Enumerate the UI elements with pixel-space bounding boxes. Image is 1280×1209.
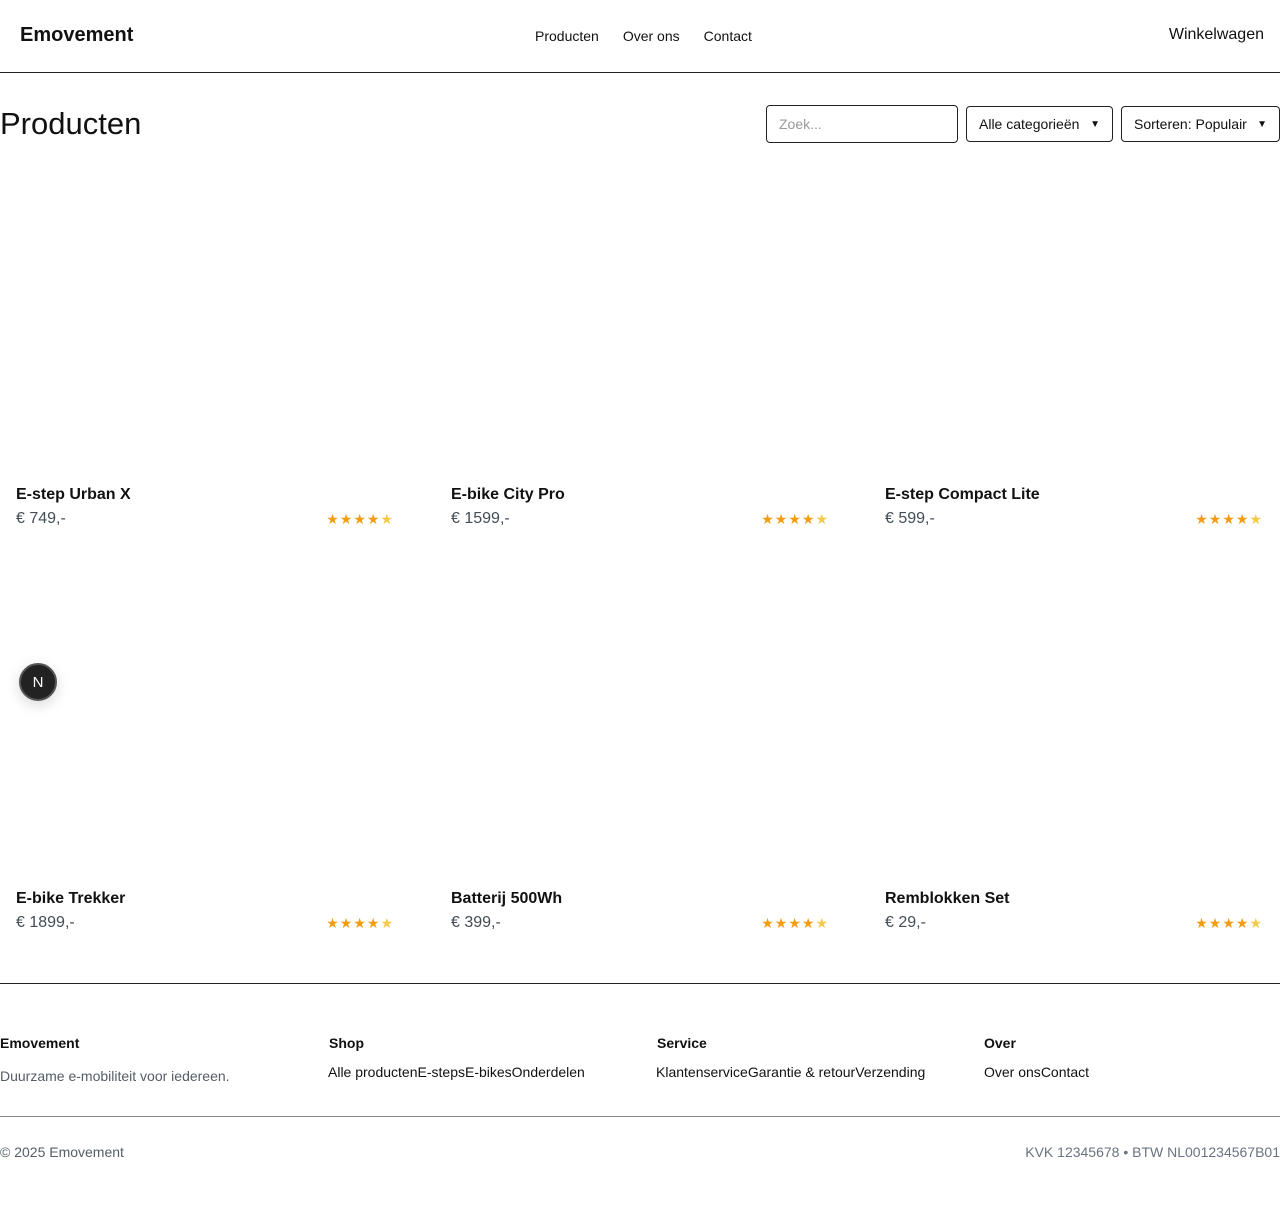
half-star-icon: ★ — [380, 511, 394, 527]
half-star-icon: ★ — [1249, 511, 1263, 527]
brand-logo[interactable]: Emovement — [20, 24, 133, 47]
nav-producten[interactable]: Producten — [535, 28, 599, 44]
star-icon: ★★★★ — [1195, 511, 1250, 527]
product-price: € 1899,- — [16, 914, 75, 931]
footer-link-onderdelen[interactable]: Onderdelen — [512, 1064, 585, 1080]
footer-col-service: Service Klantenservice Garantie & retour… — [656, 1035, 925, 1080]
footer-shop-links: Alle producten E-steps E-bikes Onderdele… — [328, 1064, 585, 1080]
footer-col-shop: Shop Alle producten E-steps E-bikes Onde… — [328, 1035, 585, 1080]
footer-link-verzending[interactable]: Verzending — [855, 1064, 925, 1080]
star-icon: ★★★★ — [761, 915, 816, 931]
footer-brand-title: Emovement — [0, 1035, 80, 1051]
star-icon: ★★★★ — [761, 511, 816, 527]
half-star-icon: ★ — [815, 511, 829, 527]
main-nav: Producten Over ons Contact — [535, 28, 752, 44]
half-star-icon: ★ — [380, 915, 394, 931]
product-name[interactable]: E-bike Trekker — [16, 890, 125, 908]
rating-stars: ★★★★★ — [326, 915, 394, 932]
product-price: € 29,- — [885, 914, 926, 931]
footer-bottom-divider — [0, 1116, 1280, 1117]
page-title: Producten — [0, 106, 142, 141]
product-price: € 749,- — [16, 510, 66, 527]
legal-info: KVK 12345678 • BTW NL001234567B01 — [1025, 1144, 1280, 1160]
site-header: Emovement Producten Over ons Contact Win… — [0, 0, 1280, 73]
footer-brand-desc: Duurzame e-mobiliteit voor iedereen. — [0, 1068, 230, 1084]
product-name[interactable]: E-bike City Pro — [451, 486, 565, 504]
rating-stars: ★★★★★ — [761, 915, 829, 932]
footer-service-title: Service — [657, 1035, 707, 1051]
footer-link-e-bikes[interactable]: E-bikes — [465, 1064, 512, 1080]
footer-over-links: Over ons Contact — [984, 1064, 1089, 1080]
product-name[interactable]: E-step Urban X — [16, 486, 131, 504]
rating-stars: ★★★★★ — [1195, 915, 1263, 932]
footer-link-e-steps[interactable]: E-steps — [418, 1064, 465, 1080]
sort-select[interactable]: Sorteren: Populair ▼ — [1121, 106, 1280, 142]
search-input[interactable] — [766, 105, 958, 143]
footer-link-klantenservice[interactable]: Klantenservice — [656, 1064, 748, 1080]
half-star-icon: ★ — [1249, 915, 1263, 931]
footer-link-garantie-retour[interactable]: Garantie & retour — [748, 1064, 855, 1080]
footer-service-links: Klantenservice Garantie & retour Verzend… — [656, 1064, 925, 1080]
product-price: € 1599,- — [451, 510, 510, 527]
copyright-text: © 2025 Emovement — [0, 1144, 124, 1160]
footer-col-brand: Emovement Duurzame e-mobiliteit voor ied… — [0, 1035, 230, 1084]
footer-col-over: Over Over ons Contact — [984, 1035, 1089, 1080]
footer-link-alle-producten[interactable]: Alle producten — [328, 1064, 418, 1080]
footer-link-over-ons[interactable]: Over ons — [984, 1064, 1041, 1080]
star-icon: ★★★★ — [1195, 915, 1250, 931]
cart-link[interactable]: Winkelwagen — [1169, 26, 1264, 44]
footer-shop-title: Shop — [329, 1035, 364, 1051]
footer-divider — [0, 983, 1280, 984]
category-select-value: Alle categorieën — [979, 116, 1080, 132]
chevron-down-icon: ▼ — [1090, 118, 1100, 130]
nav-over-ons[interactable]: Over ons — [623, 28, 680, 44]
half-star-icon: ★ — [815, 915, 829, 931]
product-price: € 599,- — [885, 510, 935, 527]
dev-tools-badge[interactable]: N — [19, 663, 57, 701]
nav-contact[interactable]: Contact — [704, 28, 752, 44]
footer-link-contact[interactable]: Contact — [1041, 1064, 1089, 1080]
star-icon: ★★★★ — [326, 915, 381, 931]
rating-stars: ★★★★★ — [1195, 511, 1263, 528]
product-price: € 399,- — [451, 914, 501, 931]
sort-select-value: Sorteren: Populair — [1134, 116, 1247, 132]
category-select[interactable]: Alle categorieën ▼ — [966, 106, 1113, 142]
product-name[interactable]: Remblokken Set — [885, 890, 1009, 908]
chevron-down-icon: ▼ — [1257, 118, 1267, 130]
star-icon: ★★★★ — [326, 511, 381, 527]
rating-stars: ★★★★★ — [761, 511, 829, 528]
product-name[interactable]: Batterij 500Wh — [451, 890, 562, 908]
rating-stars: ★★★★★ — [326, 511, 394, 528]
product-name[interactable]: E-step Compact Lite — [885, 486, 1040, 504]
footer-over-title: Over — [984, 1035, 1016, 1051]
